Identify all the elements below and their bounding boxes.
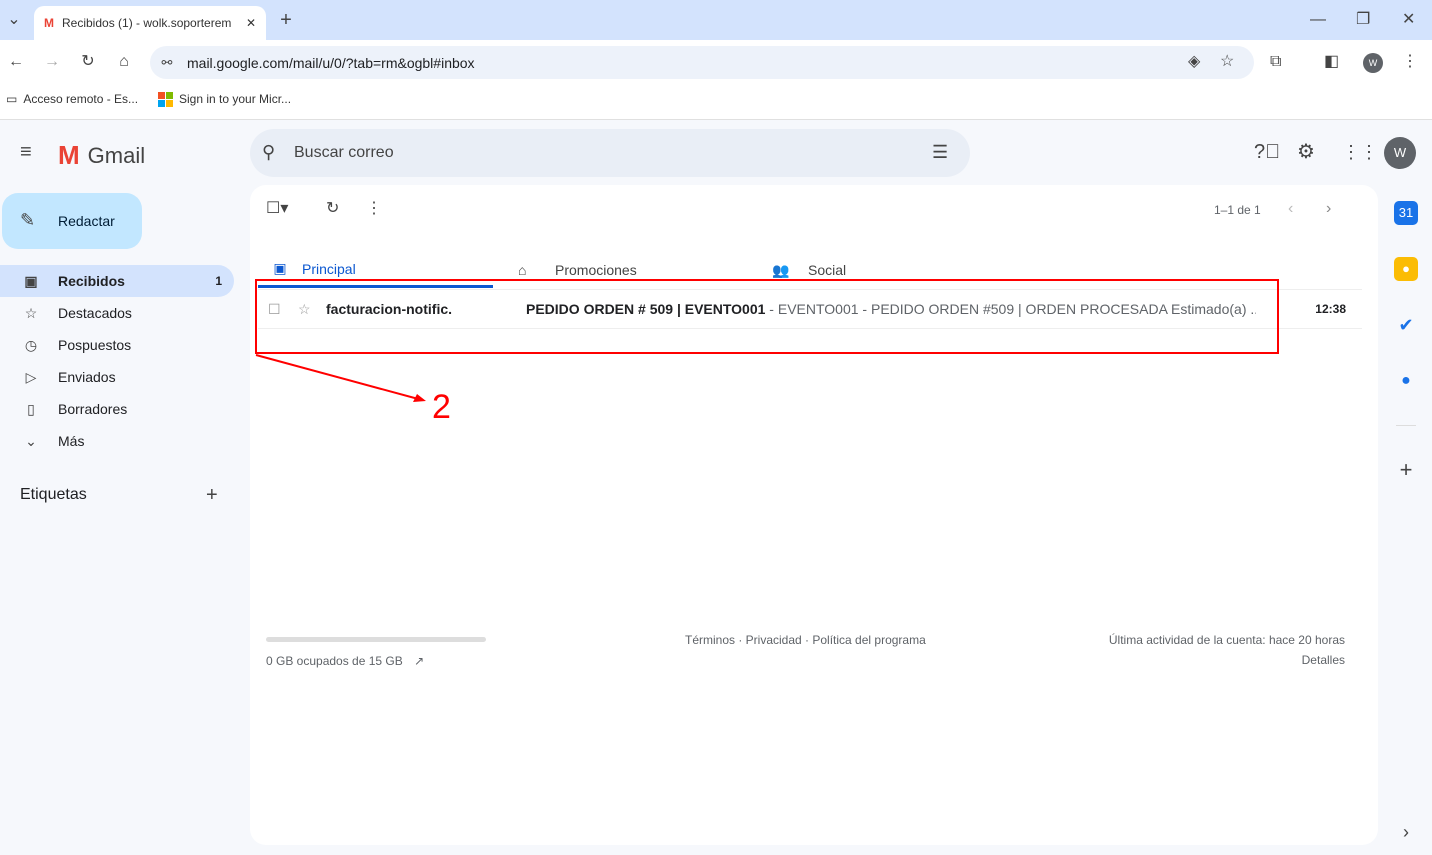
account-avatar[interactable]: W — [1384, 137, 1416, 169]
search-icon[interactable]: ⚲ — [262, 142, 275, 162]
nav-label: Más — [58, 433, 85, 449]
divider — [1396, 425, 1416, 426]
restore-icon[interactable]: ❐ — [1356, 10, 1370, 30]
remote-desktop-icon: ▭ — [6, 92, 18, 106]
nav-label: Destacados — [58, 305, 132, 321]
star-icon: ☆ — [24, 304, 38, 321]
prev-page-icon[interactable]: ‹ — [1288, 199, 1293, 219]
draft-icon: ▯ — [27, 400, 35, 417]
nav-label: Recibidos — [58, 273, 125, 289]
gmail-favicon-icon: M — [44, 16, 54, 30]
profile-avatar[interactable]: W — [1363, 53, 1383, 73]
nav-starred[interactable]: ☆ Destacados — [0, 297, 234, 329]
microsoft-logo-icon — [158, 92, 173, 107]
home-icon[interactable]: ⌂ — [114, 52, 134, 72]
labels-heading: Etiquetas — [20, 486, 87, 503]
nav-label: Enviados — [58, 369, 116, 385]
tab-label: Social — [808, 262, 847, 278]
annotation-box — [255, 279, 1279, 354]
browser-tab[interactable]: M Recibidos (1) - wolk.soporterem ✕ — [34, 6, 266, 40]
help-icon[interactable]: ?⃝ — [1254, 142, 1280, 162]
bookmark-remote-access[interactable]: ▭ Acceso remoto - Es... — [6, 92, 138, 106]
search-input[interactable]: Buscar correo — [250, 129, 970, 177]
nav-drafts[interactable]: ▯ Borradores — [0, 393, 234, 425]
tab-title: Recibidos (1) - wolk.soporterem — [62, 16, 232, 30]
storage-bar — [266, 637, 486, 642]
send-icon: ▷ — [25, 368, 37, 385]
external-link-icon[interactable]: ↗ — [414, 654, 424, 668]
annotation-arrow — [255, 354, 426, 402]
email-time: 12:38 — [1315, 302, 1346, 316]
nav-inbox[interactable]: ▣ Recibidos 1 — [0, 265, 234, 297]
gmail-m-icon: M — [58, 140, 80, 170]
compose-label: Redactar — [58, 213, 115, 229]
bookmark-label: Sign in to your Micr... — [179, 92, 292, 106]
tab-label: Promociones — [555, 262, 637, 278]
url-text: mail.google.com/mail/u/0/?tab=rm&ogbl#in… — [187, 54, 475, 71]
close-window-icon[interactable]: ✕ — [1402, 10, 1415, 30]
nav-label: Borradores — [58, 401, 128, 417]
select-all-checkbox[interactable]: ☐▾ — [266, 199, 288, 219]
next-page-icon[interactable]: › — [1326, 199, 1331, 219]
reload-icon[interactable]: ↻ — [78, 52, 98, 72]
storage-label: 0 GB ocupados de 15 GB — [266, 654, 403, 668]
search-options-icon[interactable]: ☰ — [932, 142, 948, 162]
last-activity: Última actividad de la cuenta: hace 20 h… — [1108, 633, 1345, 647]
address-bar[interactable]: mail.google.com/mail/u/0/?tab=rm&ogbl#in… — [150, 46, 1254, 79]
tab-label: Principal — [302, 260, 356, 277]
tag-icon: ⌂ — [518, 262, 527, 278]
inbox-icon: ▣ — [273, 260, 287, 276]
chevron-down-icon: ⌄ — [25, 432, 37, 449]
details-link[interactable]: Detalles — [1302, 653, 1345, 667]
more-options-icon[interactable]: ⋮ — [366, 199, 382, 219]
gmail-logo[interactable]: M Gmail — [58, 140, 145, 171]
refresh-icon[interactable]: ↻ — [326, 199, 339, 219]
menu-icon[interactable]: ⋮ — [1402, 52, 1418, 72]
close-tab-icon[interactable]: ✕ — [246, 16, 256, 30]
nav-snoozed[interactable]: ◷ Pospuestos — [0, 329, 234, 361]
extensions-icon[interactable]: ⧉ — [1270, 52, 1281, 72]
lens-icon[interactable]: ◈ — [1188, 52, 1200, 72]
storage-text[interactable]: 0 GB ocupados de 15 GB ↗ — [266, 654, 424, 668]
calendar-icon[interactable]: 31 — [1394, 201, 1418, 225]
bookmark-label: Acceso remoto - Es... — [23, 92, 139, 106]
bookmark-star-icon[interactable]: ☆ — [1220, 52, 1234, 72]
nav-sent[interactable]: ▷ Enviados — [0, 361, 234, 393]
add-label-icon[interactable]: + — [206, 485, 218, 505]
unread-count: 1 — [215, 274, 222, 288]
tab-search-icon[interactable]: ⌄ — [4, 10, 24, 30]
inbox-icon: ▣ — [24, 272, 38, 289]
apps-grid-icon[interactable]: ⋮⋮ — [1342, 142, 1378, 162]
keep-icon[interactable]: ● — [1394, 257, 1418, 281]
site-info-icon[interactable]: ⚯ — [158, 53, 176, 73]
expand-panel-icon[interactable]: › — [1394, 820, 1418, 844]
search-placeholder: Buscar correo — [294, 144, 394, 161]
bookmark-microsoft[interactable]: Sign in to your Micr... — [158, 92, 291, 107]
minimize-icon[interactable]: — — [1310, 10, 1326, 30]
new-tab-icon[interactable]: + — [276, 10, 296, 30]
people-icon: 👥 — [772, 261, 790, 278]
settings-gear-icon[interactable]: ⚙ — [1297, 142, 1315, 162]
forward-icon[interactable]: → — [42, 52, 62, 72]
pagination-text: 1–1 de 1 — [1214, 203, 1261, 217]
pencil-icon: ✎ — [20, 210, 36, 230]
main-menu-icon[interactable]: ≡ — [20, 142, 32, 162]
footer-links[interactable]: Términos · Privacidad · Política del pro… — [685, 633, 926, 647]
add-addon-icon[interactable]: + — [1394, 458, 1418, 482]
side-panel-icon[interactable]: ◧ — [1324, 52, 1339, 72]
clock-icon: ◷ — [24, 336, 38, 353]
tasks-icon[interactable]: ✔ — [1394, 313, 1418, 337]
brand-name: Gmail — [87, 142, 146, 168]
back-icon[interactable]: ← — [6, 52, 26, 72]
nav-more[interactable]: ⌄ Más — [0, 425, 234, 457]
annotation-label: 2 — [432, 388, 451, 426]
contacts-icon[interactable]: ● — [1394, 369, 1418, 393]
nav-label: Pospuestos — [58, 337, 132, 353]
